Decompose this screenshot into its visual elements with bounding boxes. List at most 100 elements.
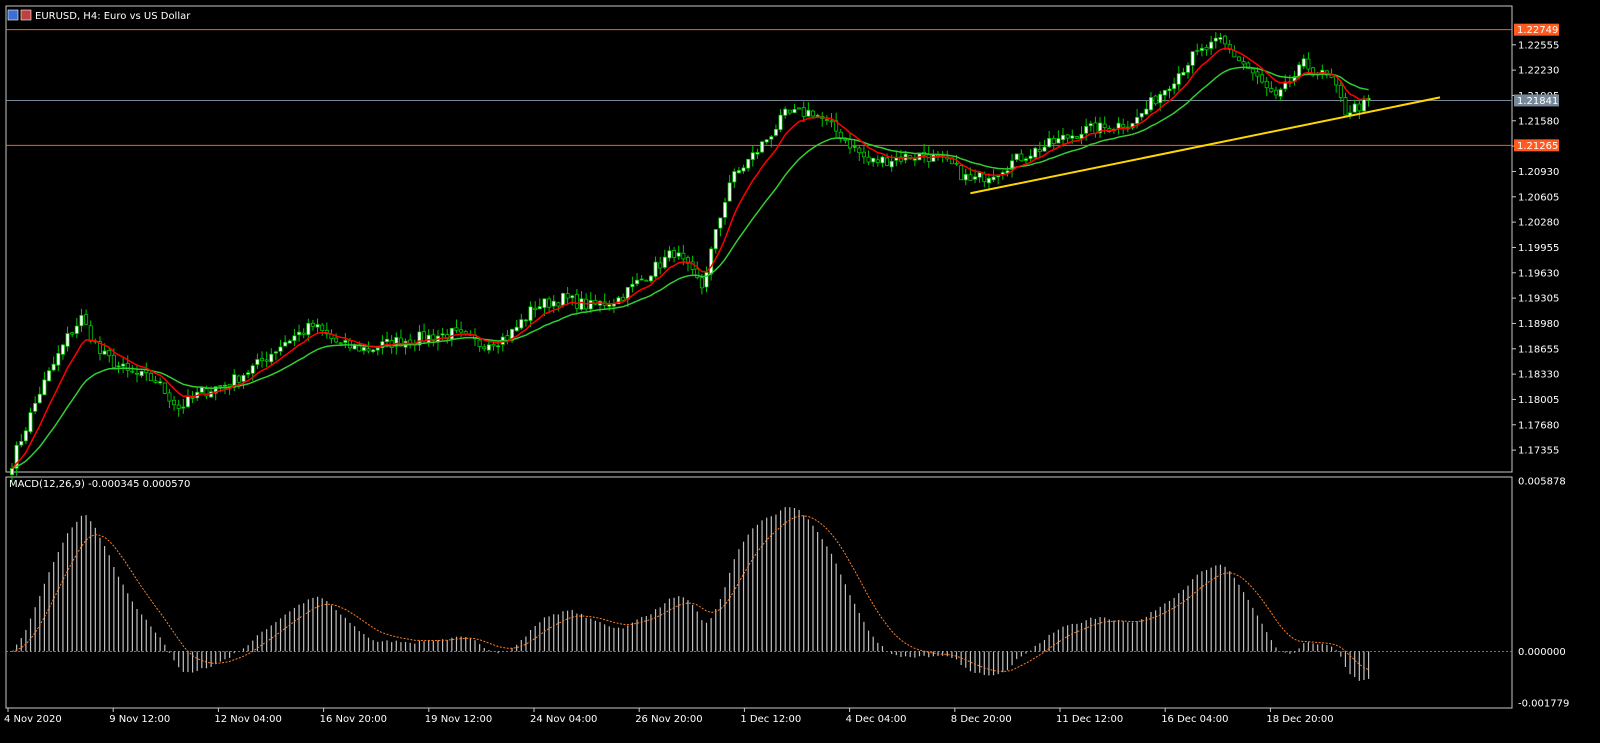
candle-body bbox=[1204, 46, 1209, 51]
candle-body bbox=[343, 340, 348, 343]
candle-body bbox=[454, 327, 459, 331]
window-icon[interactable] bbox=[7, 9, 19, 21]
candle-body bbox=[607, 304, 612, 307]
candle-body bbox=[28, 412, 33, 433]
price-tick-label: 1.19305 bbox=[1518, 294, 1559, 305]
candle-body bbox=[1352, 103, 1357, 113]
candle-body bbox=[371, 349, 376, 353]
price-tick-label: 1.19955 bbox=[1518, 243, 1559, 254]
candle-body bbox=[1195, 49, 1200, 52]
candle-body bbox=[125, 362, 130, 371]
chart-background bbox=[0, 0, 1600, 743]
candle-body bbox=[440, 333, 445, 336]
candle-body bbox=[315, 324, 320, 328]
candle-body bbox=[1144, 108, 1149, 115]
candle-body bbox=[528, 306, 533, 321]
candle-body bbox=[9, 468, 14, 476]
candle-body bbox=[514, 326, 519, 332]
candle-body bbox=[1065, 134, 1070, 139]
candle-body bbox=[681, 252, 686, 260]
candle-body bbox=[565, 293, 570, 299]
candle-body bbox=[977, 172, 982, 178]
candle-body bbox=[1051, 138, 1056, 144]
candle-body bbox=[1019, 153, 1024, 162]
candle-body bbox=[153, 380, 158, 383]
time-tick-label: 11 Dec 12:00 bbox=[1056, 714, 1123, 725]
candle-body bbox=[42, 379, 47, 396]
price-tick-label: 1.21580 bbox=[1518, 116, 1559, 127]
candle-body bbox=[375, 347, 380, 351]
macd-tick-label: -0.001779 bbox=[1518, 699, 1569, 710]
candle-body bbox=[1343, 97, 1348, 116]
price-tick-label: 1.22230 bbox=[1518, 66, 1559, 77]
candle-body bbox=[222, 384, 227, 387]
time-tick-label: 12 Nov 04:00 bbox=[214, 714, 281, 725]
candle-body bbox=[1264, 80, 1269, 89]
candle-body bbox=[1297, 64, 1302, 77]
candle-body bbox=[162, 382, 167, 394]
candle-body bbox=[1074, 136, 1079, 139]
candle-body bbox=[264, 359, 269, 362]
price-tick-label: 1.22555 bbox=[1518, 40, 1559, 51]
chart-title: EURUSD, H4: Euro vs US Dollar bbox=[35, 11, 191, 22]
candle-body bbox=[1158, 93, 1163, 104]
candle-body bbox=[1116, 122, 1121, 129]
candle-body bbox=[278, 346, 283, 352]
candle-body bbox=[1361, 98, 1366, 112]
candle-body bbox=[1084, 126, 1089, 134]
trading-chart[interactable]: EURUSD, H4: Euro vs US Dollar MACD(12,26… bbox=[0, 0, 1600, 743]
candle-body bbox=[287, 340, 292, 344]
candle-body bbox=[1172, 83, 1177, 90]
candle-body bbox=[885, 157, 890, 166]
candle-body bbox=[167, 392, 172, 402]
candle-body bbox=[1121, 123, 1126, 128]
candle-body bbox=[1218, 37, 1223, 40]
candle-body bbox=[537, 306, 542, 310]
candle-body bbox=[1088, 123, 1093, 127]
price-tick-label: 1.18005 bbox=[1518, 395, 1559, 406]
candle-body bbox=[1176, 73, 1181, 85]
time-tick-label: 16 Nov 20:00 bbox=[320, 714, 387, 725]
candle-body bbox=[139, 370, 144, 376]
candle-body bbox=[773, 128, 778, 136]
candle-body bbox=[815, 114, 820, 117]
candle-body bbox=[70, 332, 75, 335]
candle-body bbox=[824, 119, 829, 121]
candle-body bbox=[713, 229, 718, 250]
candle-body bbox=[320, 324, 325, 332]
candle-body bbox=[699, 277, 704, 289]
candle-body bbox=[848, 138, 853, 149]
candle-body bbox=[570, 295, 575, 299]
bid-price-tag-label: 1.21841 bbox=[1517, 96, 1558, 107]
candle-body bbox=[931, 154, 936, 162]
candle-body bbox=[1061, 134, 1066, 141]
candle-body bbox=[787, 109, 792, 114]
candle-body bbox=[250, 365, 255, 374]
candle-body bbox=[79, 315, 84, 327]
candle-body bbox=[912, 158, 917, 161]
candle-body bbox=[246, 372, 251, 375]
candle-body bbox=[648, 275, 653, 282]
flag-icon bbox=[20, 9, 32, 21]
candle-body bbox=[1260, 74, 1265, 83]
candle-body bbox=[1190, 51, 1195, 66]
candle-body bbox=[783, 108, 788, 116]
candle-body bbox=[769, 136, 774, 140]
price-tick-label: 1.20605 bbox=[1518, 192, 1559, 203]
time-tick-label: 1 Dec 12:00 bbox=[740, 714, 801, 725]
candle-body bbox=[560, 292, 565, 306]
candle-body bbox=[1037, 149, 1042, 153]
time-tick-label: 18 Dec 20:00 bbox=[1266, 714, 1333, 725]
time-tick-label: 19 Nov 12:00 bbox=[425, 714, 492, 725]
macd-label: MACD(12,26,9) -0.000345 0.000570 bbox=[9, 479, 190, 490]
candle-body bbox=[760, 141, 765, 153]
candle-body bbox=[621, 296, 626, 301]
candle-body bbox=[1306, 58, 1311, 70]
candle-body bbox=[1070, 135, 1075, 139]
candle-body bbox=[871, 157, 876, 163]
candle-body bbox=[338, 342, 343, 345]
candle-body bbox=[426, 334, 431, 343]
candle-body bbox=[334, 337, 339, 343]
candle-body bbox=[116, 365, 121, 368]
candle-body bbox=[542, 298, 547, 308]
